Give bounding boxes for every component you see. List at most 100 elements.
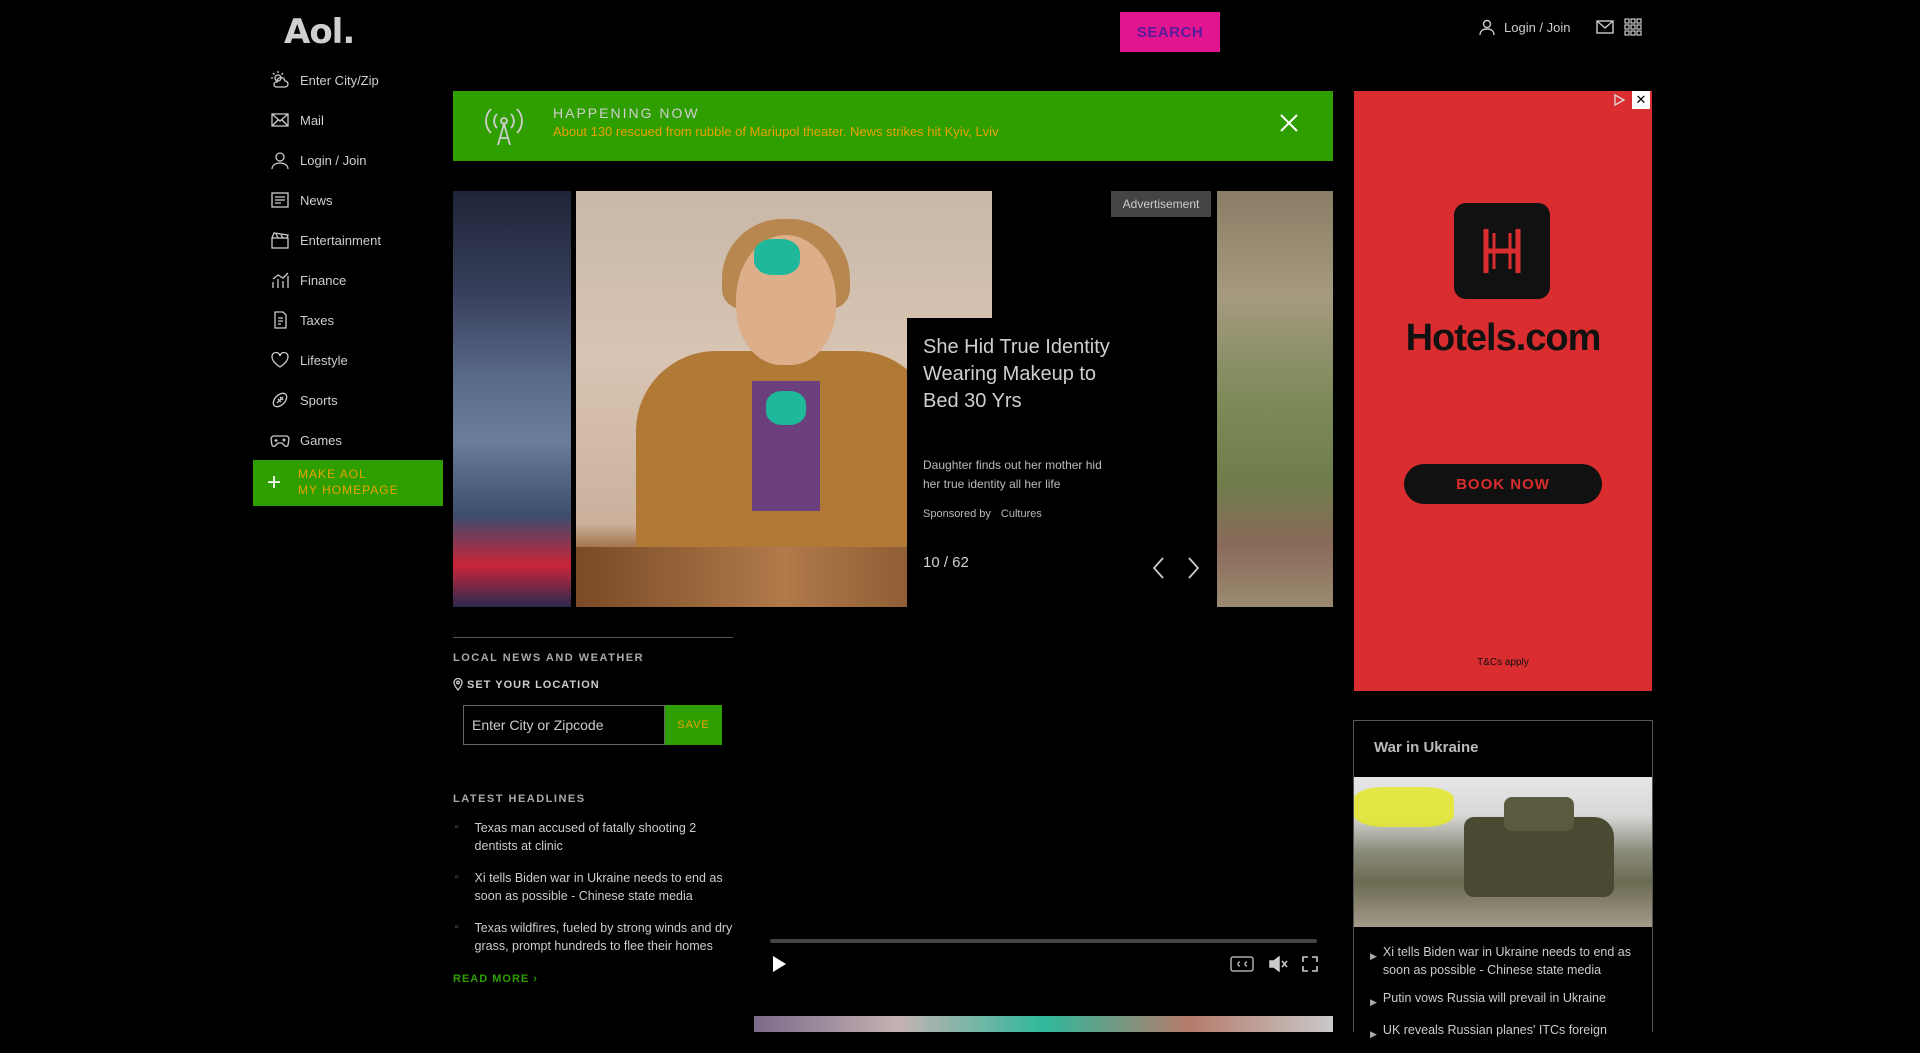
book-now-button[interactable]: BOOK NOW xyxy=(1404,464,1602,504)
war-in-ukraine-module: War in Ukraine ▶ Xi tells Biden war in U… xyxy=(1353,720,1653,1039)
sidebar-item-label: Mail xyxy=(300,112,324,128)
sponsor-name[interactable]: Cultures xyxy=(1001,508,1042,520)
sidebar-item-mail[interactable]: Mail xyxy=(270,100,445,140)
mail-icon xyxy=(270,110,290,130)
carousel-next-slide-image[interactable] xyxy=(1217,191,1333,607)
mail-icon[interactable] xyxy=(1596,20,1614,34)
latest-headlines-label: LATEST HEADLINES xyxy=(453,793,586,805)
sidebar-item-weather[interactable]: Enter City/Zip xyxy=(270,60,445,100)
closed-captions-icon[interactable] xyxy=(1230,956,1254,972)
adchoices-icon[interactable] xyxy=(1612,93,1626,107)
image-shape xyxy=(1354,787,1454,827)
video-player[interactable] xyxy=(754,636,1333,987)
bullet-icon: ▫ xyxy=(455,872,459,883)
sidebar-item-label: Entertainment xyxy=(300,232,381,248)
carousel-prev-slide-image[interactable] xyxy=(453,191,571,607)
make-homepage-line1: MAKE AOL xyxy=(298,467,367,482)
gamepad-icon xyxy=(270,430,290,450)
user-icon xyxy=(1478,18,1496,36)
header-login-label: Login / Join xyxy=(1504,19,1571,35)
tax-icon xyxy=(270,310,290,330)
sidebar-item-label: Login / Join xyxy=(300,152,367,168)
hotels-advertisement[interactable]: ✕ Hotels.com BOOK NOW T&Cs apply xyxy=(1354,91,1652,691)
make-homepage-label: MAKE AOL MY HOMEPAGE xyxy=(298,467,399,498)
play-icon[interactable] xyxy=(770,954,788,974)
search-button[interactable]: SEARCH xyxy=(1120,12,1220,52)
read-more-link[interactable]: READ MORE › xyxy=(453,973,733,985)
location-pin-icon xyxy=(453,678,463,691)
set-location-label: SET YOUR LOCATION xyxy=(453,678,733,691)
sidebar-item-sports[interactable]: Sports xyxy=(270,380,445,420)
location-form: SAVE xyxy=(463,705,733,745)
header-login[interactable]: Login / Join xyxy=(1478,18,1571,36)
carousel-title[interactable]: She Hid True Identity Wearing Makeup to … xyxy=(923,334,1113,415)
carousel-description: Daughter finds out her mother hid her tr… xyxy=(923,458,1102,491)
chart-icon xyxy=(270,270,290,290)
triangle-right-icon: ▶ xyxy=(1370,951,1377,961)
sidebar-item-finance[interactable]: Finance xyxy=(270,260,445,300)
ukraine-headline-text: Putin vows Russia will prevail in Ukrain… xyxy=(1382,991,1606,1005)
happening-now-link[interactable]: About 130 rescued from rubble of Mariupo… xyxy=(553,124,999,139)
carousel-caption: She Hid True Identity Wearing Makeup to … xyxy=(907,318,1115,607)
sidebar-item-games[interactable]: Games xyxy=(270,420,445,460)
ukraine-headline-list: ▶ Xi tells Biden war in Ukraine needs to… xyxy=(1370,943,1650,1053)
close-icon[interactable] xyxy=(1277,111,1301,135)
mute-icon[interactable] xyxy=(1268,956,1288,972)
sidebar-item-label: News xyxy=(300,192,333,208)
latest-headlines-section: LATEST HEADLINES ▫ Texas man accused of … xyxy=(453,793,733,985)
video-progress-bar[interactable] xyxy=(770,939,1317,943)
module-title[interactable]: War in Ukraine xyxy=(1374,739,1478,756)
carousel-counter: 10 / 62 xyxy=(923,554,969,571)
ukraine-headline-text: UK reveals Russian planes' ITCs foreign xyxy=(1382,1023,1607,1037)
apps-grid-icon[interactable] xyxy=(1624,18,1642,36)
list-item[interactable]: ▫ Texas wildfires, fueled by strong wind… xyxy=(453,919,733,955)
ad-close-icon[interactable]: ✕ xyxy=(1632,91,1650,109)
happening-now-banner[interactable]: HAPPENING NOW About 130 rescued from rub… xyxy=(453,91,1333,161)
aol-logo[interactable]: Aol. xyxy=(284,12,355,52)
weather-icon xyxy=(270,70,290,90)
sponsored-carousel: Advertisement She Hid True Identity Wear… xyxy=(453,191,1333,607)
list-item[interactable]: ▶ UK reveals Russian planes' ITCs foreig… xyxy=(1370,1021,1650,1043)
list-item[interactable]: ▶ Xi tells Biden war in Ukraine needs to… xyxy=(1370,943,1650,979)
sidebar-item-label: Taxes xyxy=(300,312,334,328)
ukraine-tank-image[interactable] xyxy=(1354,777,1652,927)
advertisement-badge: Advertisement xyxy=(1111,191,1211,217)
sidebar-item-taxes[interactable]: Taxes xyxy=(270,300,445,340)
set-location-text: SET YOUR LOCATION xyxy=(467,678,600,691)
clapper-icon xyxy=(270,230,290,250)
sidebar-item-lifestyle[interactable]: Lifestyle xyxy=(270,340,445,380)
make-homepage-button[interactable]: + MAKE AOL MY HOMEPAGE xyxy=(253,460,443,506)
sidebar-item-label: Lifestyle xyxy=(300,352,348,368)
ad-brand-name: Hotels.com xyxy=(1405,317,1602,359)
sidebar-item-login[interactable]: Login / Join xyxy=(270,140,445,180)
sidebar-item-label: Sports xyxy=(300,392,338,408)
sidebar-item-label: Enter City/Zip xyxy=(300,72,379,88)
ad-terms: T&Cs apply xyxy=(1477,657,1529,668)
chevron-left-icon[interactable] xyxy=(1149,555,1169,581)
list-item[interactable]: ▶ Putin vows Russia will prevail in Ukra… xyxy=(1370,989,1650,1011)
news-icon xyxy=(270,190,290,210)
sidebar-item-entertainment[interactable]: Entertainment xyxy=(270,220,445,260)
user-icon xyxy=(270,150,290,170)
sidebar-item-label: Finance xyxy=(300,272,347,288)
headline-text: Xi tells Biden war in Ukraine needs to e… xyxy=(474,871,723,903)
chevron-right-icon[interactable] xyxy=(1183,555,1203,581)
headline-text: Texas wildfires, fueled by strong winds … xyxy=(474,921,733,953)
list-item[interactable]: ▫ Texas man accused of fatally shooting … xyxy=(453,819,733,855)
bullet-icon: ▫ xyxy=(455,822,459,833)
hotels-logo-icon xyxy=(1454,203,1550,299)
sponsored-by-label: Sponsored by xyxy=(923,508,991,520)
ukraine-headline-text: Xi tells Biden war in Ukraine needs to e… xyxy=(1382,945,1631,977)
next-content-image[interactable] xyxy=(754,1016,1333,1032)
local-news-section: LOCAL NEWS AND WEATHER SET YOUR LOCATION… xyxy=(453,637,733,745)
save-location-button[interactable]: SAVE xyxy=(665,705,722,745)
image-shape xyxy=(1504,797,1574,831)
headline-text: Texas man accused of fatally shooting 2 … xyxy=(474,821,697,853)
location-input[interactable] xyxy=(463,705,665,745)
happening-now-title: HAPPENING NOW xyxy=(553,105,700,121)
sponsor-line: Sponsored by Cultures xyxy=(923,508,1042,520)
fullscreen-icon[interactable] xyxy=(1302,956,1318,972)
list-item[interactable]: ▫ Xi tells Biden war in Ukraine needs to… xyxy=(453,869,733,905)
sidebar-item-news[interactable]: News xyxy=(270,180,445,220)
broadcast-icon xyxy=(477,107,531,147)
